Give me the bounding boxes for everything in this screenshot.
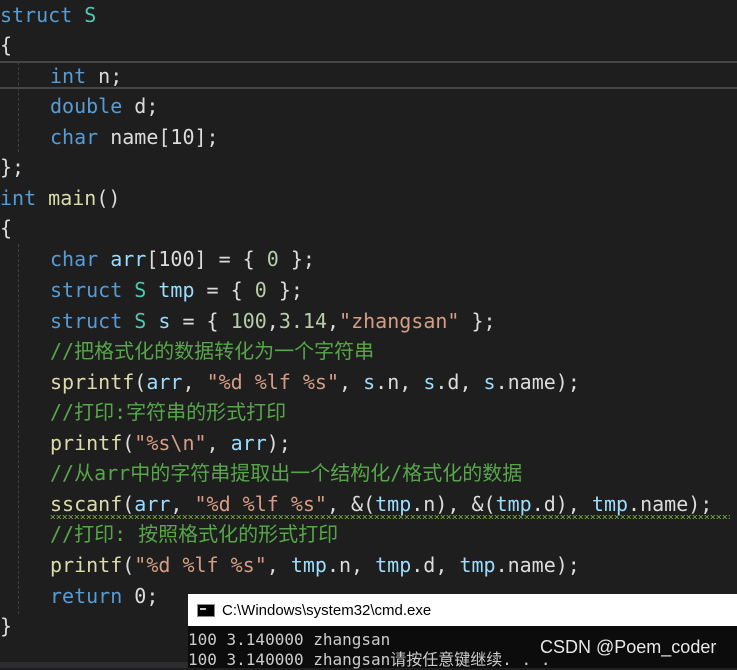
code-line-14: //打印:字符串的形式打印	[50, 400, 287, 424]
console-output-line-1: 100 3.140000 zhangsan	[188, 630, 391, 649]
code-line-7: int main()	[0, 186, 121, 210]
code-editor[interactable]: struct S { int n; double d; char name[10…	[0, 0, 737, 668]
editor-bottom-strip	[0, 662, 188, 668]
console-title: C:\Windows\system32\cmd.exe	[222, 601, 432, 619]
code-line-20: return 0;	[50, 584, 159, 608]
code-line-8: {	[0, 216, 13, 240]
watermark: CSDN @Poem_coder	[540, 637, 717, 657]
code-line-5: char name[10];	[50, 125, 219, 149]
code-line-6: };	[0, 155, 25, 179]
code-line-11: struct S s = { 100,3.14,"zhangsan" };	[50, 309, 496, 333]
code-line-12: //把格式化的数据转化为一个字符串	[50, 339, 375, 363]
code-line-21: }	[0, 614, 13, 638]
console-titlebar[interactable]: C:\Windows\system32\cmd.exe	[188, 594, 737, 626]
indent-guide	[18, 62, 19, 152]
code-line-18: //打印: 按照格式化的形式打印	[50, 522, 339, 546]
cmd-icon	[197, 603, 215, 617]
code-line-9: char arr[100] = { 0 };	[50, 247, 315, 271]
code-line-4: double d;	[50, 94, 159, 118]
code-line-13: sprintf(arr, "%d %lf %s", s.n, s.d, s.na…	[50, 370, 580, 394]
code-line-10: struct S tmp = { 0 };	[50, 278, 303, 302]
code-line-1: struct S	[0, 3, 97, 27]
console-output-line-2: 100 3.140000 zhangsan请按任意键继续. . .	[188, 650, 551, 669]
code-line-15: printf("%s\n", arr);	[50, 431, 291, 455]
code-line-19: printf("%d %lf %s", tmp.n, tmp.d, tmp.na…	[50, 553, 580, 577]
indent-guide	[18, 244, 19, 614]
code-line-3: int n;	[50, 64, 123, 88]
code-line-16: //从arr中的字符串提取出一个结构化/格式化的数据	[50, 461, 523, 485]
code-line-2: {	[0, 33, 13, 57]
